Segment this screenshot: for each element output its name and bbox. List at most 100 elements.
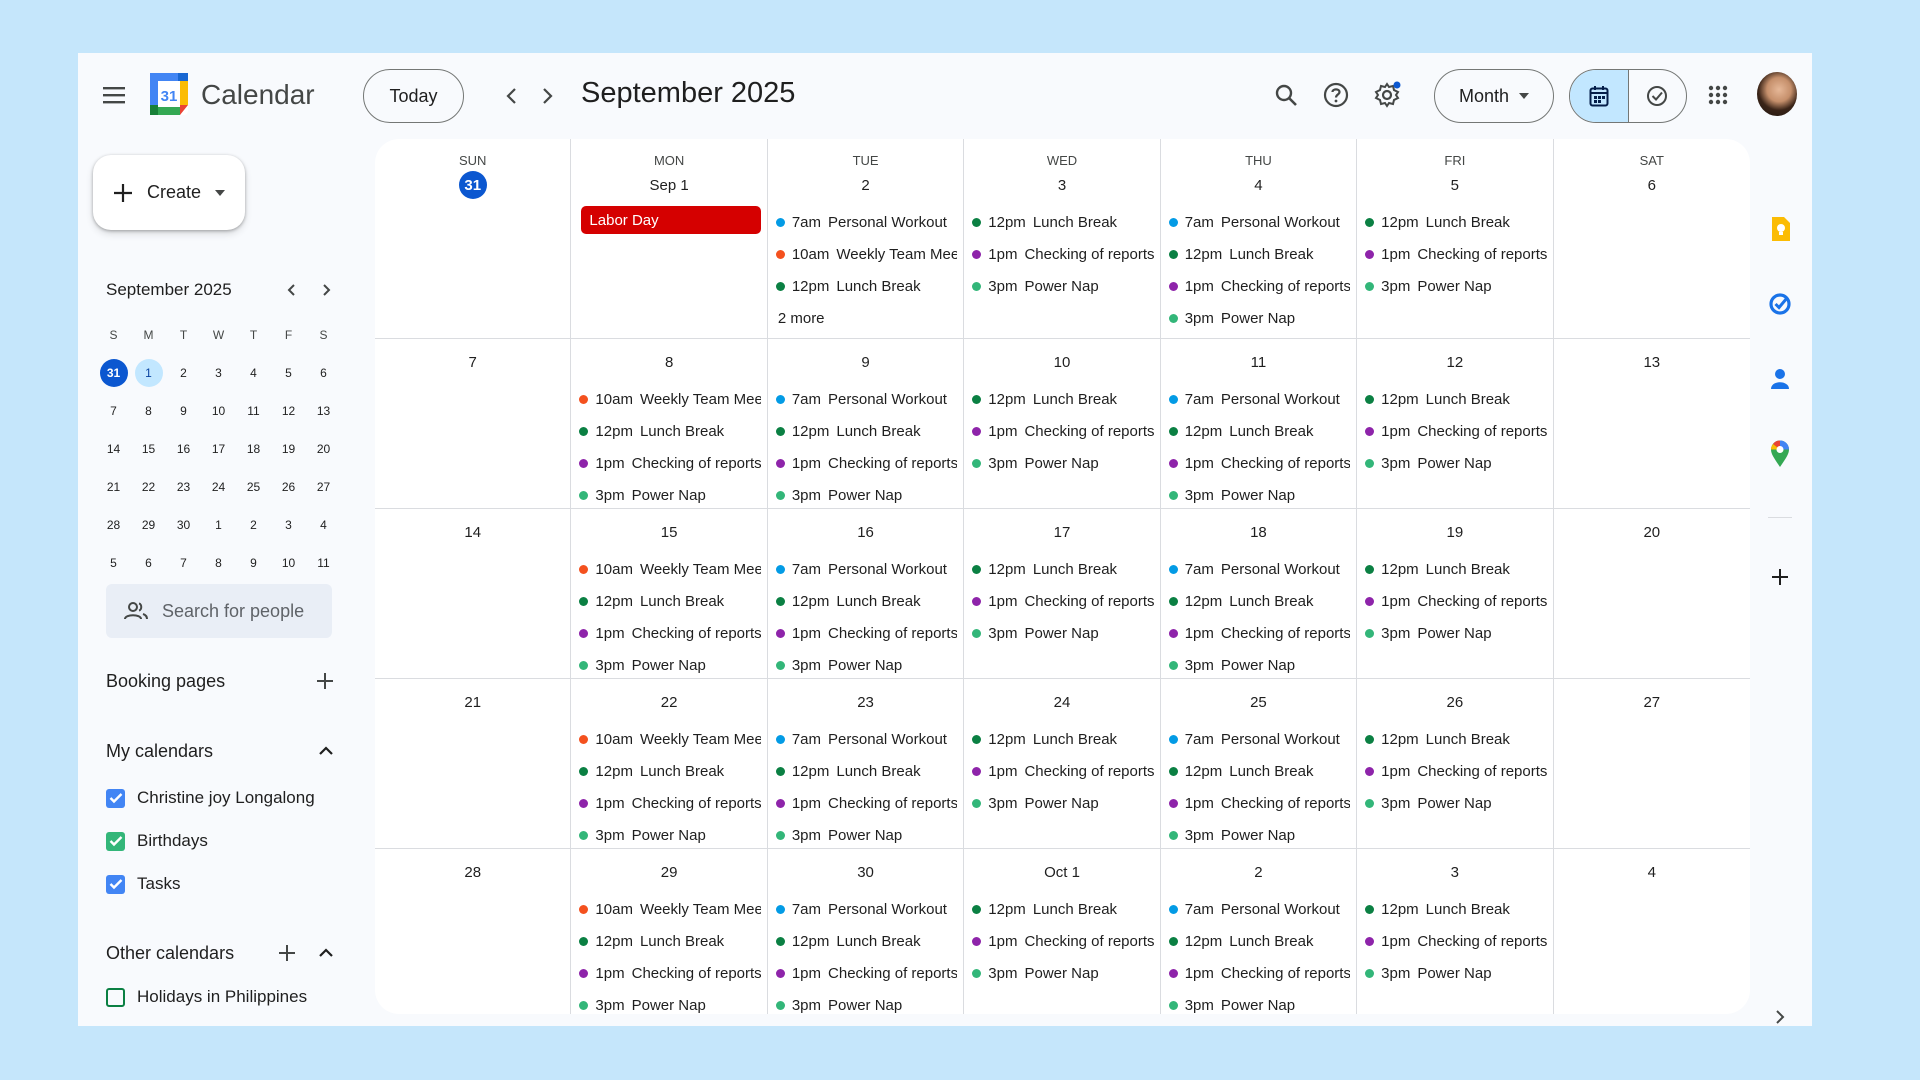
calendar-view-toggle[interactable] [1570, 70, 1629, 122]
calendar-list-item[interactable]: Birthdays [106, 831, 208, 851]
event-chip[interactable]: 3pm Power Nap [579, 479, 760, 508]
event-chip[interactable]: 1pm Checking of reports [972, 585, 1154, 617]
day-cell[interactable]: MON Sep 1 Labor Day [571, 139, 768, 338]
event-chip[interactable]: 12pm Lunch Break [579, 585, 760, 617]
mini-calendar-day[interactable]: 19 [271, 430, 306, 468]
other-calendars-section[interactable]: Other calendars [106, 938, 334, 968]
event-chip[interactable]: 3pm Power Nap [1365, 617, 1546, 649]
day-cell[interactable]: 20 [1554, 509, 1750, 678]
previous-month-button[interactable] [496, 81, 526, 111]
event-chip[interactable]: 12pm Lunch Break [1365, 893, 1546, 925]
event-chip[interactable]: 3pm Power Nap [775, 819, 957, 848]
event-chip[interactable]: 12pm Lunch Break [775, 415, 957, 447]
event-chip[interactable]: 10am Weekly Team Meeti [579, 553, 761, 585]
checkbox-checked-icon[interactable] [106, 831, 125, 851]
day-number[interactable]: 28 [375, 859, 570, 885]
day-number[interactable]: 21 [375, 689, 570, 715]
event-chip[interactable]: 7am Personal Workout [775, 893, 957, 925]
mini-calendar-day[interactable]: 2 [236, 506, 271, 544]
day-number[interactable]: 13 [1554, 349, 1750, 375]
mini-calendar-day[interactable]: 9 [166, 392, 201, 430]
calendar-list-item[interactable]: Holidays in Philippines [106, 987, 307, 1007]
day-cell[interactable]: 14 [375, 509, 572, 678]
tasks-view-toggle[interactable] [1629, 70, 1687, 122]
event-chip[interactable]: 12pm Lunch Break [775, 585, 957, 617]
main-menu-button[interactable] [98, 79, 130, 111]
event-chip[interactable]: 3pm Power Nap [579, 649, 760, 678]
event-chip[interactable]: 12pm Lunch Break [775, 925, 957, 957]
event-chip[interactable]: 3pm Power Nap [775, 649, 957, 678]
expand-panel-icon[interactable] [1766, 1003, 1794, 1026]
mini-calendar-prev-icon[interactable] [281, 279, 303, 301]
event-chip[interactable]: 1pm Checking of reports [1168, 447, 1350, 479]
event-chip[interactable]: 1pm Checking of reports [775, 787, 957, 819]
day-number[interactable]: 3 [1357, 859, 1552, 885]
day-cell[interactable]: SAT 6 [1554, 139, 1750, 338]
day-cell[interactable]: 13 [1554, 339, 1750, 508]
day-number[interactable]: 10 [964, 349, 1159, 375]
day-number[interactable]: 22 [571, 689, 766, 715]
day-cell[interactable]: SUN 31 [375, 139, 572, 338]
event-chip[interactable]: 12pm Lunch Break [1168, 415, 1350, 447]
event-chip[interactable]: 1pm Checking of reports [579, 957, 761, 989]
mini-calendar-day[interactable]: 29 [131, 506, 166, 544]
event-chip[interactable]: 1pm Checking of reports [775, 617, 957, 649]
mini-calendar-day[interactable]: 31 [96, 354, 131, 392]
day-cell[interactable]: 29 10am Weekly Team Meeti 12pm Lunch Break 1p… [571, 849, 768, 1014]
mini-calendar-day[interactable]: 4 [306, 506, 341, 544]
day-cell[interactable]: TUE 2 7am Personal Workout 10am Weekly Team M… [768, 139, 965, 338]
day-number[interactable]: 9 [768, 349, 963, 375]
event-chip[interactable]: 10am Weekly Team Meeti [579, 723, 761, 755]
day-number[interactable]: 8 [571, 349, 766, 375]
checkbox-checked-icon[interactable] [106, 788, 125, 808]
event-chip[interactable]: 1pm Checking of reports [1168, 957, 1350, 989]
my-calendars-section[interactable]: My calendars [106, 736, 334, 766]
search-people-field[interactable]: Search for people [106, 584, 332, 638]
event-chip[interactable]: 12pm Lunch Break [775, 755, 957, 787]
event-chip[interactable]: 12pm Lunch Break [972, 383, 1153, 415]
event-chip[interactable]: 3pm Power Nap [579, 989, 760, 1014]
mini-calendar-day[interactable]: 13 [306, 392, 341, 430]
mini-calendar-day[interactable]: 16 [166, 430, 201, 468]
event-chip[interactable]: 12pm Lunch Break [1365, 206, 1546, 238]
checkbox-unchecked-icon[interactable] [106, 987, 125, 1007]
day-number[interactable]: 25 [1161, 689, 1356, 715]
event-chip[interactable]: 12pm Lunch Break [579, 755, 760, 787]
mini-calendar-day[interactable]: 20 [306, 430, 341, 468]
event-chip[interactable]: 3pm Power Nap [972, 957, 1153, 989]
event-chip[interactable]: 3pm Power Nap [1365, 957, 1546, 989]
day-number[interactable]: 2 [1161, 859, 1356, 885]
day-cell[interactable]: 18 7am Personal Workout 12pm Lunch Break 1pm C… [1161, 509, 1358, 678]
day-cell[interactable]: 2 7am Personal Workout 12pm Lunch Break 1pm Ch… [1161, 849, 1358, 1014]
day-number[interactable]: 7 [375, 349, 570, 375]
checkbox-checked-icon[interactable] [106, 874, 125, 894]
day-number[interactable]: 2 [768, 172, 963, 198]
add-booking-page-icon[interactable] [316, 672, 334, 690]
event-chip[interactable]: 3pm Power Nap [1168, 302, 1350, 334]
day-number[interactable]: 4 [1161, 172, 1356, 198]
mini-calendar-day[interactable]: 27 [306, 468, 341, 506]
event-chip[interactable]: 1pm Checking of reports [1365, 925, 1547, 957]
event-chip[interactable]: 12pm Lunch Break [579, 925, 760, 957]
mini-calendar-day[interactable]: 3 [271, 506, 306, 544]
day-cell[interactable]: 21 [375, 679, 572, 848]
search-button[interactable] [1268, 77, 1304, 113]
event-chip[interactable]: 3pm Power Nap [1168, 819, 1350, 848]
event-chip[interactable]: 3pm Power Nap [775, 989, 957, 1014]
event-chip[interactable]: 12pm Lunch Break [775, 270, 957, 302]
mini-calendar-day[interactable]: 11 [236, 392, 271, 430]
event-chip[interactable]: 1pm Checking of reports [1365, 238, 1547, 270]
all-day-event[interactable]: Labor Day [581, 206, 761, 234]
day-number[interactable]: 18 [1161, 519, 1356, 545]
day-number[interactable]: Sep 1 [571, 172, 766, 198]
day-cell[interactable]: 9 7am Personal Workout 12pm Lunch Break 1pm Ch… [768, 339, 965, 508]
mini-calendar-day[interactable]: 1 [131, 354, 166, 392]
day-number[interactable]: 27 [1554, 689, 1750, 715]
event-chip[interactable]: 1pm Checking of reports [1365, 415, 1547, 447]
mini-calendar-day[interactable]: 28 [96, 506, 131, 544]
day-cell[interactable]: 22 10am Weekly Team Meeti 12pm Lunch Break 1p… [571, 679, 768, 848]
chevron-up-icon[interactable] [318, 948, 334, 958]
mini-calendar-day[interactable]: 8 [201, 544, 236, 582]
day-number[interactable]: 26 [1357, 689, 1552, 715]
event-chip[interactable]: 10am Weekly Team Meeti [579, 893, 761, 925]
